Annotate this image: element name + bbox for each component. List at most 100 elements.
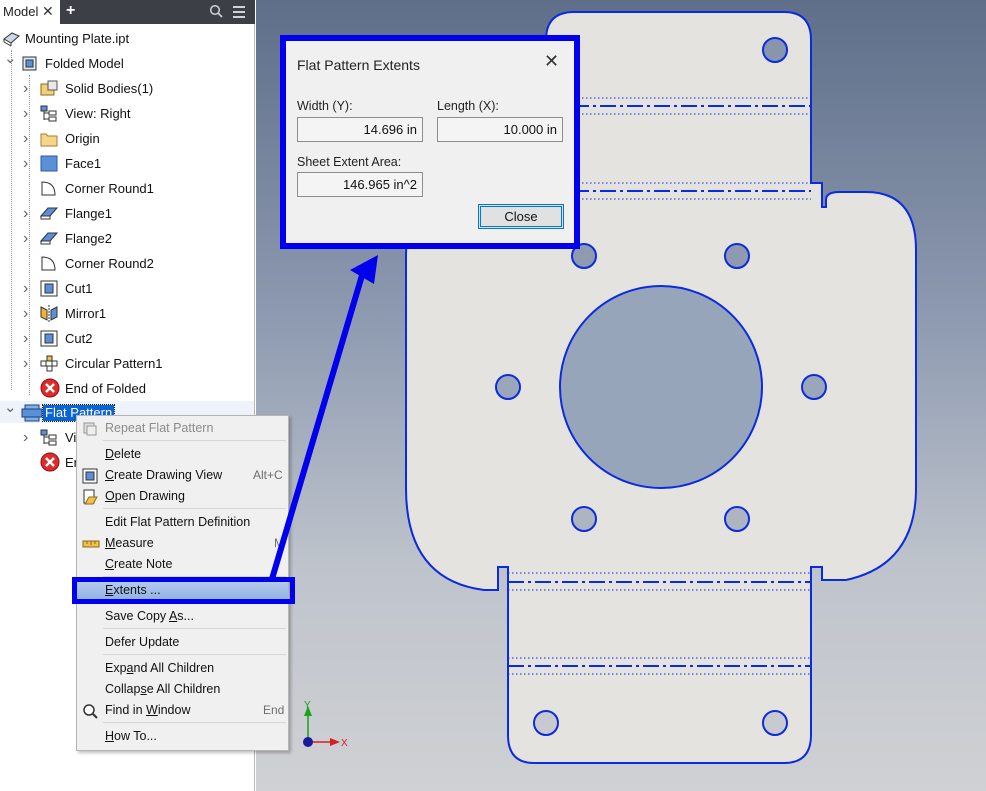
tab-model[interactable]: Model ✕ bbox=[0, 0, 60, 24]
end-of-part-icon bbox=[40, 378, 60, 398]
repeat-icon bbox=[82, 421, 98, 437]
menu-item-label: Measure bbox=[105, 536, 154, 550]
menu-item-save-copy-as[interactable]: Save Copy As... bbox=[77, 606, 288, 627]
tree-node-feature[interactable]: › View: Right bbox=[0, 101, 254, 126]
tree-node-feature[interactable]: › Face1 bbox=[0, 151, 254, 176]
expand-chevron-icon[interactable]: › bbox=[23, 226, 35, 251]
menu-item-label: Collapse All Children bbox=[105, 682, 221, 696]
add-tab-icon[interactable]: + bbox=[66, 2, 75, 20]
tree-node-feature[interactable]: › Circular Pattern1 bbox=[0, 351, 254, 376]
tree-node-label: Cut2 bbox=[65, 331, 93, 346]
expand-chevron-icon[interactable]: › bbox=[23, 126, 35, 151]
menu-item-defer-update[interactable]: Defer Update bbox=[77, 632, 288, 653]
menu-item-how-to[interactable]: How To... bbox=[77, 726, 288, 747]
tree-node-feature[interactable]: › Solid Bodies(1) bbox=[0, 76, 254, 101]
folded-model-icon bbox=[21, 55, 39, 72]
collapse-chevron-icon[interactable]: ⌄ bbox=[4, 395, 17, 420]
mount-hole bbox=[495, 374, 521, 400]
close-button[interactable]: Close bbox=[478, 204, 564, 229]
measure-icon bbox=[82, 536, 100, 552]
menu-item-shortcut: M bbox=[274, 536, 284, 550]
tree-node-feature[interactable]: › Origin bbox=[0, 126, 254, 151]
expand-chevron-icon[interactable]: › bbox=[23, 151, 35, 176]
end-of-part-icon bbox=[40, 452, 60, 472]
browser-tab-bar: Model ✕ + bbox=[0, 0, 255, 24]
axis-x-label: X bbox=[341, 738, 348, 749]
length-label: Length (X): bbox=[437, 99, 499, 113]
area-field[interactable]: 146.965 in^2 bbox=[297, 172, 423, 197]
view-icon bbox=[40, 429, 58, 446]
mount-hole bbox=[571, 506, 597, 532]
view-icon bbox=[40, 105, 58, 122]
menu-item-measure[interactable]: Measure M bbox=[77, 533, 288, 554]
flat-pattern-extents-dialog: Flat Pattern Extents ✕ Width (Y): 14.696… bbox=[280, 35, 580, 249]
expand-chevron-icon[interactable]: › bbox=[23, 101, 35, 126]
axis-y-label: Y bbox=[304, 700, 311, 711]
tab-close-icon[interactable]: ✕ bbox=[42, 3, 54, 20]
collapse-chevron-icon[interactable]: ⌄ bbox=[4, 46, 17, 71]
find-icon bbox=[82, 703, 98, 719]
menu-item-label: Edit Flat Pattern Definition bbox=[105, 515, 251, 529]
menu-item-create-drawing-view[interactable]: Create Drawing View Alt+C bbox=[77, 465, 288, 486]
expand-chevron-icon[interactable]: › bbox=[23, 425, 35, 450]
expand-chevron-icon[interactable]: › bbox=[23, 351, 35, 376]
tree-node-folded-model[interactable]: ⌄ Folded Model bbox=[0, 50, 254, 76]
tree-node-label: Flange2 bbox=[65, 231, 112, 246]
menu-item-find-in-window[interactable]: Find in Window End bbox=[77, 700, 288, 721]
menu-item-edit-flat-pattern-definition[interactable]: Edit Flat Pattern Definition bbox=[77, 512, 288, 533]
tree-node-feature[interactable]: › Flange2 bbox=[0, 226, 254, 251]
tree-node-feature[interactable]: Corner Round1 bbox=[0, 176, 254, 201]
tree-node-root[interactable]: Mounting Plate.ipt bbox=[0, 26, 254, 51]
circular-pattern-icon bbox=[40, 355, 58, 372]
tree-node-feature[interactable]: › Cut1 bbox=[0, 276, 254, 301]
menu-item-label: Delete bbox=[105, 447, 142, 461]
expand-chevron-icon[interactable]: › bbox=[23, 201, 35, 226]
flat-pattern-icon bbox=[21, 404, 43, 422]
expand-chevron-icon[interactable]: › bbox=[23, 276, 35, 301]
expand-chevron-icon[interactable]: › bbox=[23, 76, 35, 101]
center-hole bbox=[559, 285, 763, 489]
menu-item-collapse-all-children[interactable]: Collapse All Children bbox=[77, 679, 288, 700]
tab-model-label: Model bbox=[3, 4, 39, 19]
expand-chevron-icon[interactable]: › bbox=[23, 301, 35, 326]
tree-node-feature[interactable]: › Flange1 bbox=[0, 201, 254, 226]
cut-icon bbox=[40, 280, 58, 297]
flange-icon bbox=[39, 230, 59, 247]
mount-hole bbox=[762, 37, 788, 63]
tree-node-feature[interactable]: End of Folded bbox=[0, 376, 254, 401]
menu-separator bbox=[103, 508, 286, 509]
length-field[interactable]: 10.000 in bbox=[437, 117, 563, 142]
tree-node-feature[interactable]: › Cut2 bbox=[0, 326, 254, 351]
face-icon bbox=[40, 155, 58, 172]
width-field[interactable]: 14.696 in bbox=[297, 117, 423, 142]
corner-round-icon bbox=[40, 180, 58, 197]
area-label: Sheet Extent Area: bbox=[297, 155, 402, 169]
menu-item-label: Create Drawing View bbox=[105, 468, 223, 482]
tree-node-label: Mirror1 bbox=[65, 306, 107, 321]
menu-separator bbox=[103, 722, 286, 723]
menu-item-label: Open Drawing bbox=[105, 489, 185, 503]
mount-hole bbox=[724, 243, 750, 269]
menu-item-label: Expand All Children bbox=[105, 661, 215, 675]
tree-node-feature[interactable]: Corner Round2 bbox=[0, 251, 254, 276]
drawing-view-icon bbox=[82, 468, 98, 484]
menu-item-repeat-flat-pattern[interactable]: Repeat Flat Pattern bbox=[77, 418, 288, 439]
part-icon bbox=[2, 30, 20, 47]
dialog-close-icon[interactable]: ✕ bbox=[544, 51, 559, 72]
tree-node-label: Circular Pattern1 bbox=[65, 356, 163, 371]
search-icon[interactable] bbox=[209, 4, 223, 21]
menu-item-label: How To... bbox=[105, 729, 157, 743]
hamburger-menu-icon[interactable] bbox=[233, 6, 245, 21]
menu-item-create-note[interactable]: Create Note bbox=[77, 554, 288, 575]
mount-hole bbox=[533, 710, 559, 736]
menu-item-expand-all-children[interactable]: Expand All Children bbox=[77, 658, 288, 679]
expand-chevron-icon[interactable]: › bbox=[23, 326, 35, 351]
menu-item-open-drawing[interactable]: Open Drawing bbox=[77, 486, 288, 507]
dialog-title: Flat Pattern Extents bbox=[297, 57, 420, 73]
tree-node-label: Mounting Plate.ipt bbox=[25, 31, 130, 46]
flange-icon bbox=[39, 205, 59, 222]
menu-item-shortcut: End bbox=[263, 703, 285, 717]
mirror-icon bbox=[40, 305, 58, 322]
menu-item-delete[interactable]: Delete bbox=[77, 444, 288, 465]
tree-node-feature[interactable]: › Mirror1 bbox=[0, 301, 254, 326]
